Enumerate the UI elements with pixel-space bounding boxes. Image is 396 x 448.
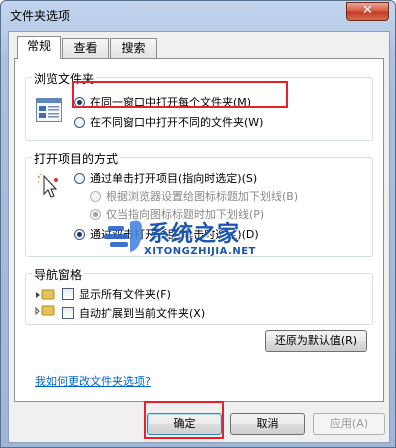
checkbox-indicator[interactable]: [62, 307, 74, 319]
radio-underline-browser[interactable]: 根据浏览器设置给图标标题加下划线(B): [90, 188, 298, 204]
radio-indicator[interactable]: [74, 228, 85, 240]
radio-single-click[interactable]: 通过单击打开项目(指向时选定)(S): [74, 170, 257, 186]
highlight-ok-button: [144, 401, 224, 439]
folder-window-icon: [36, 98, 62, 122]
site-watermark: 系统之家 XITONGZHIJIA.NET: [104, 212, 334, 264]
checkbox-auto-expand-label: 自动扩展到当前文件夹(X): [79, 307, 206, 320]
watermark-brand: 系统之家: [148, 222, 241, 247]
help-link[interactable]: 我如何更改文件夹选项?: [35, 373, 151, 389]
close-button[interactable]: ✕: [346, 2, 389, 21]
tab-general[interactable]: 常规: [17, 36, 61, 59]
tab-search[interactable]: 搜索: [110, 38, 157, 58]
watermark-url: XITONGZHIJIA.NET: [144, 246, 256, 257]
radio-indicator[interactable]: [90, 190, 101, 202]
checkbox-show-all-folders[interactable]: 显示所有文件夹(F): [62, 286, 171, 302]
tree-folders-icon: [34, 288, 56, 318]
window-title: 文件夹选项: [10, 9, 71, 23]
navigation-pane-label: 导航窗格: [32, 266, 85, 283]
restore-defaults-button[interactable]: 还原为默认值(R): [265, 330, 367, 352]
radio-underline-browser-label: 根据浏览器设置给图标标题加下划线(B): [106, 190, 299, 203]
cursor-click-icon: [37, 173, 62, 200]
checkbox-show-all-folders-label: 显示所有文件夹(F): [79, 288, 171, 301]
radio-new-window-label: 在不同窗口中打开不同的文件夹(W): [90, 116, 264, 129]
radio-single-click-label: 通过单击打开项目(指向时选定)(S): [90, 172, 258, 185]
radio-indicator[interactable]: [90, 208, 101, 220]
cancel-button[interactable]: 取消: [230, 413, 305, 435]
tab-view[interactable]: 查看: [62, 38, 109, 58]
checkbox-indicator[interactable]: [62, 288, 74, 300]
radio-indicator[interactable]: [74, 116, 85, 128]
highlight-same-window: [72, 81, 288, 108]
apply-button[interactable]: 应用(A): [313, 413, 385, 435]
radio-new-window[interactable]: 在不同窗口中打开不同的文件夹(W): [74, 114, 263, 130]
checkbox-auto-expand[interactable]: 自动扩展到当前文件夹(X): [62, 305, 205, 321]
radio-indicator[interactable]: [74, 172, 85, 184]
title-bar[interactable]: 文件夹选项 ✕: [1, 1, 395, 29]
open-items-label: 打开项目的方式: [32, 150, 121, 167]
navigation-pane-group: 导航窗格 显示所有文件夹(F) 自动扩展到当前文件夹(X): [25, 266, 373, 325]
